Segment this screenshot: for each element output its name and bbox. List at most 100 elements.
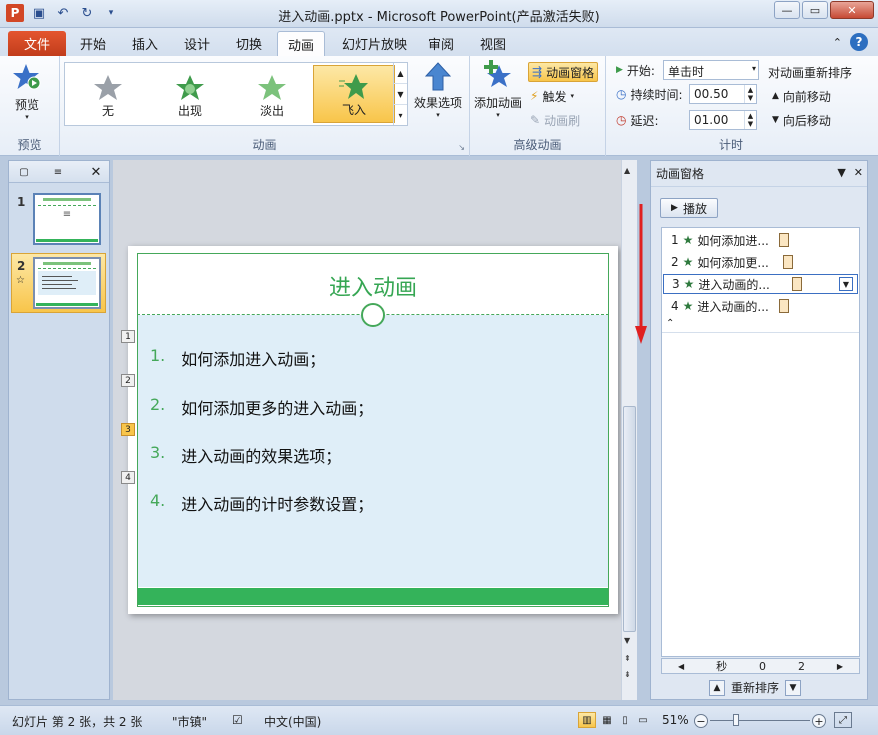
effect-options-button[interactable]: 效果选项 ▾: [414, 62, 462, 119]
group-label-advanced: 高级动画: [513, 138, 562, 152]
dialog-launcher-icon[interactable]: ↘: [458, 143, 465, 152]
list-item[interactable]: 4 ★ 进入动画的...: [663, 296, 858, 316]
list-item[interactable]: 2 ★ 如何添加更...: [663, 252, 858, 272]
timeline-scroll-right-icon[interactable]: ▶: [837, 662, 843, 671]
animation-painter-button[interactable]: ✎ 动画刷: [530, 110, 580, 130]
zoom-out-icon[interactable]: −: [694, 714, 708, 728]
reorder-down-icon[interactable]: ▼: [785, 679, 802, 696]
tab-file[interactable]: 文件: [8, 31, 66, 56]
tab-design[interactable]: 设计: [174, 31, 220, 56]
animation-order: 1: [671, 233, 679, 247]
delay-spinner[interactable]: ▲ ▼: [744, 111, 756, 129]
list-item[interactable]: 3 ★ 进入动画的... ▼: [663, 274, 858, 294]
zoom-in-icon[interactable]: +: [812, 714, 826, 728]
tab-review[interactable]: 审阅: [418, 31, 464, 56]
duration-spinner[interactable]: ▲ ▼: [744, 85, 756, 103]
move-earlier-button[interactable]: ▲ 向前移动: [772, 86, 831, 106]
tab-slideshow[interactable]: 幻灯片放映: [332, 31, 417, 56]
timeline-bar[interactable]: [791, 277, 802, 291]
gallery-label-appear: 出现: [177, 104, 202, 118]
help-icon[interactable]: ?: [850, 33, 868, 51]
timeline-bar[interactable]: [782, 255, 793, 269]
gallery-scroll-down-icon[interactable]: ▼: [394, 84, 407, 105]
preview-button[interactable]: 预览 ▾: [12, 62, 42, 121]
animation-tag-1[interactable]: 1: [121, 330, 135, 343]
zoom-slider[interactable]: [710, 720, 810, 721]
previous-slide-icon[interactable]: ⇞: [624, 654, 631, 663]
scroll-down-icon[interactable]: ▼: [624, 636, 630, 645]
list-separator: [662, 332, 859, 333]
list-item[interactable]: 1 ★ 如何添加进...: [663, 230, 858, 250]
list-item[interactable]: 1. 如何添加进入动画；: [150, 346, 325, 370]
minimize-ribbon-icon[interactable]: ⌃: [833, 36, 842, 49]
timeline-bar[interactable]: [778, 299, 789, 313]
spelling-check-icon[interactable]: ☑: [232, 713, 243, 727]
outline-tab-icon[interactable]: ≡: [45, 164, 71, 181]
tab-transitions[interactable]: 切换: [226, 31, 272, 56]
zoom-slider-knob[interactable]: [733, 714, 739, 726]
zoom-level[interactable]: 51%: [662, 713, 689, 727]
tab-insert[interactable]: 插入: [122, 31, 168, 56]
add-animation-button[interactable]: 添加动画 ▾: [474, 60, 522, 119]
gallery-item-none[interactable]: 无: [67, 65, 149, 123]
item-dropdown-icon[interactable]: ▼: [839, 277, 853, 291]
maximize-button[interactable]: ▭: [802, 1, 828, 19]
delay-field[interactable]: 01.00 ▲ ▼: [689, 110, 757, 130]
slide-thumbnail-2[interactable]: [33, 257, 101, 309]
theme-status[interactable]: "市镇": [172, 713, 207, 730]
reading-view-icon[interactable]: ▯: [616, 712, 634, 728]
next-slide-icon[interactable]: ⇟: [624, 670, 631, 679]
ribbon-tabs: 文件 开始 插入 设计 切换 动画 幻灯片放映 审阅 视图 ⌃ ?: [0, 28, 878, 56]
list-item-number: 1.: [150, 346, 166, 365]
slides-pane-tabs: ▢ ≡ ✕: [9, 161, 109, 183]
effect-options-label: 效果选项: [414, 96, 463, 110]
normal-view-icon[interactable]: ▥: [578, 712, 596, 728]
tab-home[interactable]: 开始: [70, 31, 116, 56]
move-earlier-label: 向前移动: [782, 89, 831, 104]
animation-tag-4[interactable]: 4: [121, 471, 135, 484]
minimize-button[interactable]: —: [774, 1, 800, 19]
trigger-button[interactable]: ⚡ 触发 ▾: [530, 86, 574, 106]
start-select[interactable]: 单击时 ▾: [663, 60, 759, 80]
reorder-label: 重新排序: [731, 681, 780, 695]
slides-tab-icon[interactable]: ▢: [11, 164, 37, 181]
tab-animations[interactable]: 动画: [277, 31, 326, 56]
group-animation: 无 出现 淡出 飞入 ▲ ▼ ▾ 效果选项 ▾ 动画 ↘: [60, 56, 470, 156]
list-item[interactable]: 3. 进入动画的效果选项；: [150, 443, 341, 467]
duration-field[interactable]: 00.50 ▲ ▼: [689, 84, 757, 104]
timeline-bar[interactable]: [778, 233, 789, 247]
tab-view[interactable]: 视图: [470, 31, 516, 56]
scroll-up-icon[interactable]: ▲: [624, 166, 630, 175]
list-item[interactable]: 2. 如何添加更多的进入动画；: [150, 395, 373, 419]
fit-to-window-icon[interactable]: ⤢: [834, 712, 852, 728]
gallery-label-fade: 淡出: [259, 104, 284, 118]
close-button[interactable]: ✕: [830, 1, 874, 19]
timeline-scrollbar[interactable]: ◀ 秒 0 2 ▶: [661, 658, 860, 674]
language-status[interactable]: 中文(中国): [264, 713, 321, 730]
slide-sorter-view-icon[interactable]: ▦: [598, 712, 616, 728]
timeline-scroll-left-icon[interactable]: ◀: [678, 662, 684, 671]
close-pane-icon[interactable]: ✕: [83, 164, 109, 181]
gallery-item-fly-in[interactable]: 飞入: [313, 65, 395, 123]
gallery-item-fade[interactable]: 淡出: [231, 65, 313, 123]
group-label-animation: 动画: [252, 138, 277, 152]
slide-title[interactable]: 进入动画: [137, 270, 609, 302]
gallery-scroll-up-icon[interactable]: ▲: [394, 63, 407, 84]
reorder-up-icon[interactable]: ▲: [709, 679, 725, 696]
pane-options-icon[interactable]: ▼: [837, 166, 845, 179]
animation-tag-3[interactable]: 3: [121, 423, 135, 436]
slide-canvas[interactable]: 进入动画 1 2 3 4 1. 如何添加进入动画； 2. 如何添加更多的进入动画…: [121, 246, 618, 614]
gallery-item-appear[interactable]: 出现: [149, 65, 231, 123]
pane-close-icon[interactable]: ✕: [854, 166, 863, 179]
gallery-more-icon[interactable]: ▾: [394, 105, 407, 125]
slideshow-view-icon[interactable]: ▭: [634, 712, 652, 728]
animation-tag-2[interactable]: 2: [121, 374, 135, 387]
scroll-thumb[interactable]: [623, 406, 636, 632]
collapse-icon[interactable]: ⌃: [666, 318, 674, 329]
play-button[interactable]: ▶ 播放: [660, 198, 718, 218]
list-item[interactable]: 4. 进入动画的计时参数设置；: [150, 491, 373, 515]
start-dropdown-icon[interactable]: ▾: [752, 64, 756, 73]
slide-thumbnail-1[interactable]: ≡: [33, 193, 101, 245]
animation-pane-button[interactable]: ⇶ 动画窗格: [528, 62, 599, 82]
move-later-button[interactable]: ▼ 向后移动: [772, 110, 831, 130]
